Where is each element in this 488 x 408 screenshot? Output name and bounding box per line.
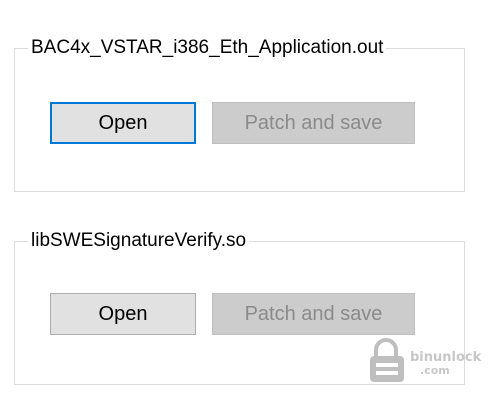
group-title-2: libSWESignatureVerify.so — [28, 229, 250, 253]
patch-and-save-button-1[interactable]: Patch and save — [212, 102, 415, 144]
lock-icon — [370, 338, 404, 382]
group-title-1: BAC4x_VSTAR_i386_Eth_Application.out — [28, 36, 387, 60]
open-button-2[interactable]: Open — [50, 293, 196, 335]
watermark-text: binunlock — [410, 350, 482, 365]
binunlock-watermark: binunlock .com — [364, 336, 486, 386]
patch-and-save-button-2[interactable]: Patch and save — [212, 293, 415, 335]
open-button-1[interactable]: Open — [50, 102, 196, 144]
watermark-domain: .com — [420, 364, 450, 377]
